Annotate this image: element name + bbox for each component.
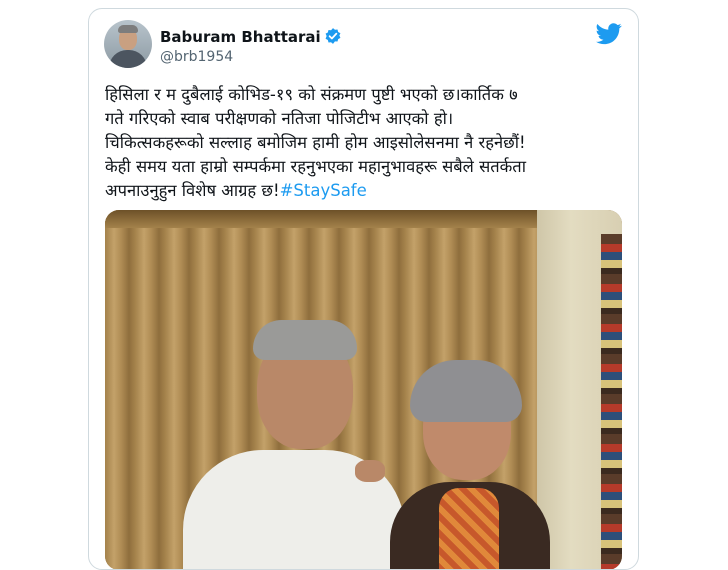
tweet-line: चिकित्सकहरूको सल्लाह बमोजिम हामी होम आइस… <box>105 133 526 152</box>
tweet-line: अपनाउनुहुन विशेष आग्रह छ! <box>105 181 280 200</box>
bookshelf <box>601 234 622 569</box>
user-handle[interactable]: @brb1954 <box>160 49 233 65</box>
man-hair <box>253 320 357 360</box>
hand-on-shoulder <box>355 460 385 482</box>
curtain-rod <box>105 210 537 228</box>
display-name-text: Baburam Bhattarai <box>160 28 321 46</box>
tweet-line: केही समय यता हाम्रो सम्पर्कमा रहनुभएका म… <box>105 157 526 176</box>
tweet-line: हिसिला र म दुबैलाई कोभिड-१९ को संक्रमण प… <box>105 85 518 104</box>
tweet-text: हिसिला र म दुबैलाई कोभिड-१९ को संक्रमण प… <box>105 83 627 203</box>
woman-shirt <box>439 488 499 569</box>
tweet-photo[interactable] <box>105 210 622 569</box>
twitter-bird-icon[interactable] <box>596 23 622 49</box>
tweet-card[interactable]: Baburam Bhattarai @brb1954 हिसिला र म दु… <box>88 8 639 570</box>
avatar[interactable] <box>104 20 152 68</box>
avatar-hair <box>118 25 138 33</box>
avatar-body <box>109 50 147 68</box>
verified-badge-icon <box>324 27 342 49</box>
display-name[interactable]: Baburam Bhattarai <box>160 27 342 49</box>
tweet-line: गते गरिएको स्वाब परीक्षणको नतिजा पोजिटीभ… <box>105 109 454 128</box>
woman-hair <box>410 360 522 422</box>
hashtag-link[interactable]: #StaySafe <box>280 181 367 200</box>
